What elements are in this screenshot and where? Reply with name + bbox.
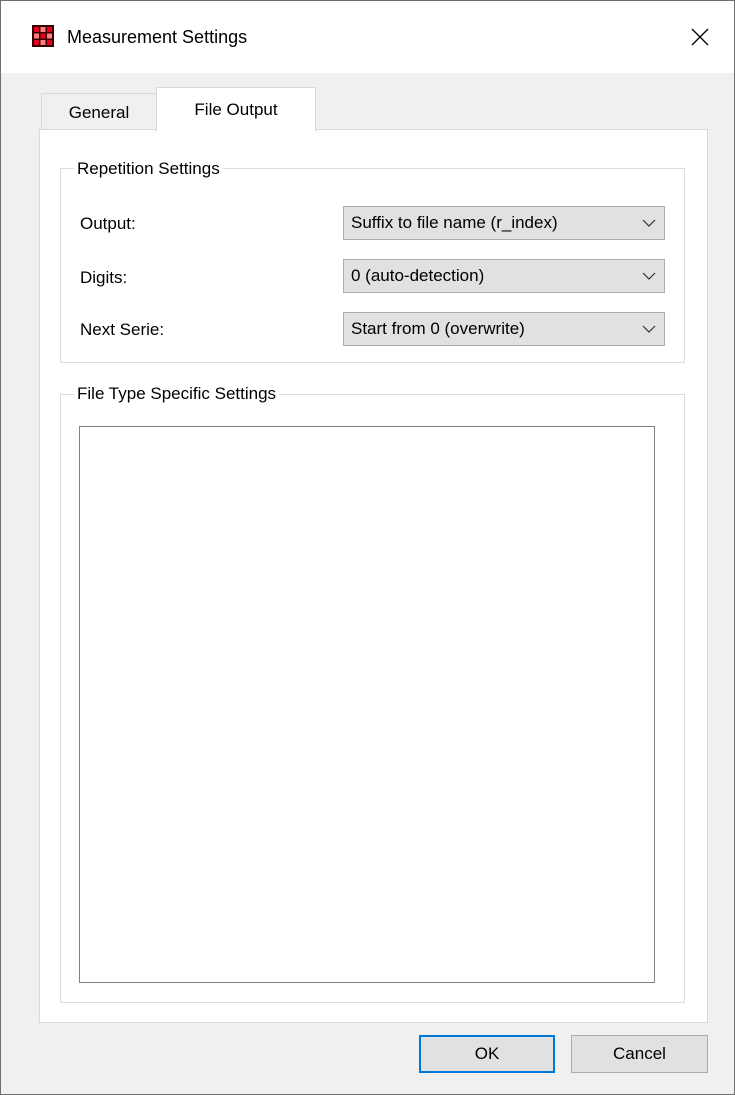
ok-button-label: OK: [474, 1044, 500, 1063]
output-select[interactable]: Suffix to file name (r_index): [343, 206, 665, 240]
dialog-window: Measurement Settings General File Output…: [0, 0, 735, 1095]
tab-general-label: General: [68, 103, 130, 122]
chevron-down-icon: [642, 325, 656, 333]
chevron-down-icon: [642, 219, 656, 227]
digits-label: Digits:: [80, 268, 128, 287]
cancel-button[interactable]: Cancel: [571, 1035, 708, 1073]
file-type-settings-legend: File Type Specific Settings: [74, 383, 280, 405]
tab-file-output[interactable]: File Output: [156, 87, 316, 132]
file-type-settings-panel[interactable]: [79, 426, 655, 983]
repetition-settings-legend: Repetition Settings: [74, 158, 223, 180]
ok-button[interactable]: OK: [419, 1035, 555, 1073]
title-bar[interactable]: Measurement Settings: [1, 1, 734, 73]
window-title: Measurement Settings: [67, 27, 248, 47]
output-label: Output:: [80, 214, 136, 233]
cancel-button-label: Cancel: [613, 1044, 666, 1063]
chevron-down-icon: [642, 272, 656, 280]
next-serie-select[interactable]: Start from 0 (overwrite): [343, 312, 665, 346]
digits-select[interactable]: 0 (auto-detection): [343, 259, 665, 293]
tab-file-output-label: File Output: [194, 100, 278, 119]
close-icon: [691, 28, 709, 46]
grid-app-icon: [32, 25, 54, 47]
close-button[interactable]: [677, 15, 723, 59]
next-serie-label: Next Serie:: [80, 320, 165, 339]
output-select-value: Suffix to file name (r_index): [351, 213, 558, 232]
next-serie-select-value: Start from 0 (overwrite): [351, 319, 525, 338]
tab-general[interactable]: General: [41, 93, 157, 130]
digits-select-value: 0 (auto-detection): [351, 266, 485, 285]
